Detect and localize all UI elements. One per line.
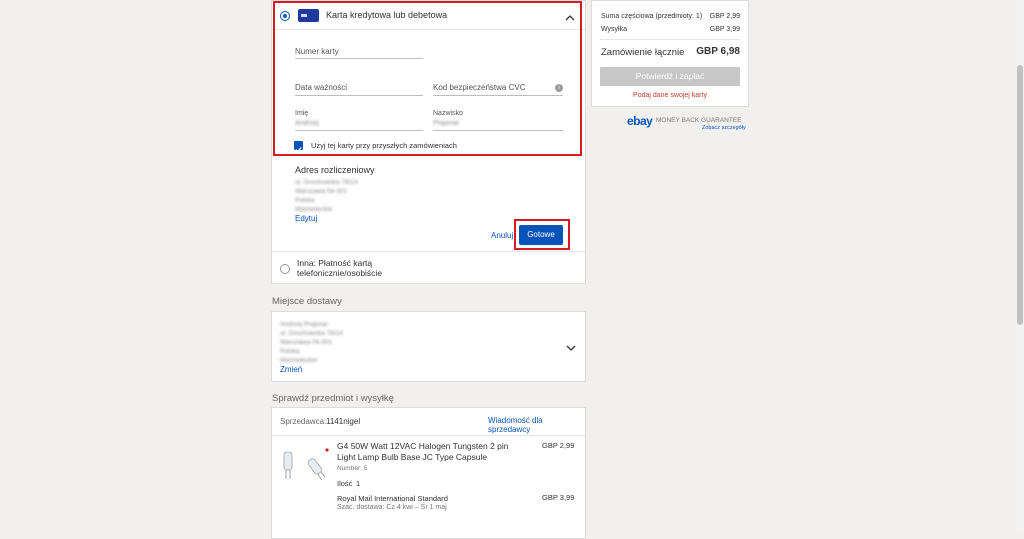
card-form-highlight <box>273 1 582 156</box>
item-title[interactable]: G4 50W Watt 12VAC Halogen Tungsten 2 pin… <box>337 441 517 463</box>
subtotal-label: Suma częściowa (przedmioty: 1) <box>601 13 703 20</box>
item-number: Number: 5 <box>337 465 368 472</box>
item-price: GBP 2,99 <box>542 441 575 450</box>
delivery-panel[interactable]: Andrzej Prajsnar ul. Grochowska 78/14 Wa… <box>271 311 586 382</box>
done-button-highlight <box>514 219 570 250</box>
shipping-summary-label: Wysyłka <box>601 26 627 33</box>
order-total-value: GBP 6,98 <box>696 46 740 57</box>
delivery-line: Polska <box>280 348 300 355</box>
delivery-line: ul. Grochowska 78/14 <box>280 330 343 337</box>
seller-name: 1141nigel <box>326 417 361 426</box>
subtotal-value: GBP 2,99 <box>709 13 740 20</box>
order-summary-panel: Suma częściowa (przedmioty: 1) GBP 2,99 … <box>591 0 749 107</box>
shipping-method: Royal Mail International Standard <box>337 494 448 503</box>
chevron-down-icon[interactable] <box>566 340 576 351</box>
guarantee-details-link[interactable]: Zobacz szczegóły <box>702 125 746 131</box>
billing-line: Mazowieckie <box>295 206 333 213</box>
delivery-line: Mazowieckie <box>280 357 318 364</box>
delivery-line: Andrzej Prajsnar <box>280 321 329 328</box>
item-image[interactable] <box>280 446 332 486</box>
confirm-pay-button[interactable]: Potwierdź i zapłać <box>600 67 740 86</box>
order-total-label: Zamówienie łącznie <box>601 47 685 58</box>
other-option-radio[interactable] <box>280 264 290 274</box>
quantity-value[interactable]: 1 <box>356 479 360 488</box>
scrollbar-thumb[interactable] <box>1017 65 1023 325</box>
page-scrollbar[interactable] <box>1016 0 1024 532</box>
billing-line: Warszawa 04-301 <box>295 188 348 195</box>
guarantee-text: MONEY BACK GUARANTEE <box>656 117 742 124</box>
delivery-section-title: Miejsce dostawy <box>272 296 342 307</box>
seller-prefix: Sprzedawca: <box>280 417 327 426</box>
other-option-label[interactable]: Inna: Płatność kartą telefonicznie/osobi… <box>297 258 427 278</box>
billing-title: Adres rozliczeniowy <box>295 165 375 175</box>
cancel-link[interactable]: Anuluj <box>491 231 513 240</box>
change-address-link[interactable]: Zmień <box>280 365 302 374</box>
review-section-title: Sprawdź przedmiot i wysyłkę <box>272 393 394 404</box>
review-panel: Sprzedawca: 1141nigel Wiadomość dla sprz… <box>271 407 586 539</box>
shipping-price: GBP 3,99 <box>542 493 575 502</box>
edit-billing-link[interactable]: Edytuj <box>295 214 317 223</box>
delivery-line: Warszawa 04-301 <box>280 339 333 346</box>
guarantee-badge[interactable]: ebay MONEY BACK GUARANTEE Zobacz szczegó… <box>627 114 747 134</box>
billing-line: ul. Grochowska 78/14 <box>295 179 358 186</box>
shipping-summary-value: GBP 3,99 <box>709 26 740 33</box>
card-notice: Podaj dane swojej karty <box>633 92 707 99</box>
billing-line: Polska <box>295 197 315 204</box>
ebay-logo: ebay <box>627 114 653 128</box>
quantity-label: Ilość <box>337 479 353 488</box>
shipping-eta: Szac. dostawa: Cz 4 kwi – Śr 1 maj <box>337 504 447 511</box>
message-seller-link[interactable]: Wiadomość dla sprzedawcy <box>488 416 585 434</box>
